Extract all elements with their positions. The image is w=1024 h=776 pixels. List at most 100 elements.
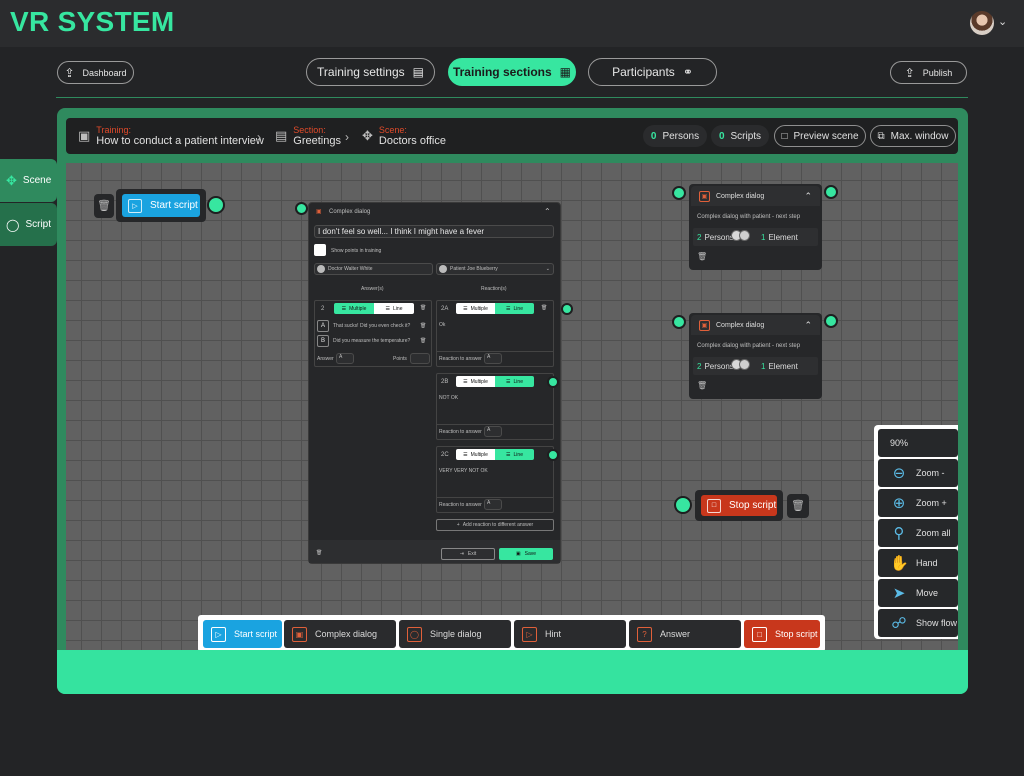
zoom-level: 90% xyxy=(878,429,958,457)
add-reaction-button[interactable]: + Add reaction to different answer xyxy=(436,519,554,531)
stop-icon: □ xyxy=(752,626,767,642)
trash-icon[interactable]: 🗑 xyxy=(541,305,547,311)
toggle-line[interactable]: ☰ Line xyxy=(495,376,534,387)
answer-letter-b: B xyxy=(317,335,329,347)
dialog-input-connector[interactable] xyxy=(295,202,308,215)
chevron-down-icon[interactable]: ⌄ xyxy=(998,15,1007,28)
participants-tab[interactable]: Participants ⚭ xyxy=(588,58,717,86)
scripts-chip[interactable]: 0 Scripts xyxy=(711,125,769,147)
training-sections-tab[interactable]: Training sections ▦ xyxy=(448,58,576,86)
trash-icon[interactable]: 🗑 xyxy=(420,305,426,311)
reaction-type-toggle[interactable]: ☰ Multiple ☰ Line xyxy=(456,449,534,460)
dialog-text-input[interactable]: I don't feel so well... I think I might … xyxy=(314,225,554,238)
chevron-up-icon[interactable]: ⌃ xyxy=(804,191,812,202)
megaphone-icon: ▷ xyxy=(522,626,537,642)
toggle-multiple[interactable]: ☰ Multiple xyxy=(456,376,495,387)
palette-complex-dialog[interactable]: ▣ Complex dialog xyxy=(284,620,396,648)
cd-node-input-connector[interactable] xyxy=(672,186,686,200)
answer-text-b[interactable]: Did you measure the temperature? xyxy=(333,338,410,344)
breadcrumb-scene[interactable]: ✥ Scene: Doctors office xyxy=(362,125,446,148)
palette-hint[interactable]: ▷ Hint xyxy=(514,620,626,648)
chevron-up-icon[interactable]: ⌃ xyxy=(544,207,551,216)
reaction-connector[interactable] xyxy=(547,376,559,388)
toggle-multiple[interactable]: ☰ Multiple xyxy=(456,303,495,314)
toggle-line[interactable]: ☰ Line xyxy=(374,303,414,314)
training-settings-tab[interactable]: Training settings ▤ xyxy=(306,58,435,86)
settings-list-icon: ▤ xyxy=(412,65,424,79)
list-icon: ☰ xyxy=(385,305,391,312)
reaction-connector[interactable] xyxy=(561,303,573,315)
palette-single-dialog[interactable]: ◯ Single dialog xyxy=(399,620,511,648)
divider xyxy=(56,97,968,98)
exit-button[interactable]: ⇥ Exit xyxy=(441,548,495,560)
points-input[interactable] xyxy=(410,353,430,364)
trash-icon[interactable]: 🗑 xyxy=(316,550,322,556)
zoom-in-button[interactable]: ⊕ Zoom + xyxy=(878,489,958,517)
person-left-select[interactable]: Doctor Walter White xyxy=(314,263,433,275)
zoom-out-button[interactable]: ⊖ Zoom - xyxy=(878,459,958,487)
preview-scene-button[interactable]: □ Preview scene xyxy=(774,125,866,147)
reaction-text[interactable]: Ok xyxy=(439,322,445,328)
start-node-connector[interactable] xyxy=(207,196,225,214)
chevron-up-icon[interactable]: ⌃ xyxy=(804,320,812,331)
toggle-line[interactable]: ☰ Line xyxy=(495,449,534,460)
answer-type-toggle[interactable]: ☰ Multiple ☰ Line xyxy=(334,303,414,314)
start-node-delete[interactable]: 🗑 xyxy=(94,194,114,218)
show-flow-button[interactable]: ☍ Show flow xyxy=(878,609,958,637)
reaction-connector[interactable] xyxy=(547,449,559,461)
stop-node-delete[interactable]: 🗑 xyxy=(787,494,809,518)
flow-icon: ☍ xyxy=(891,615,907,632)
reaction-answer-select[interactable]: A xyxy=(484,499,502,510)
reaction-type-toggle[interactable]: ☰ Multiple ☰ Line xyxy=(456,376,534,387)
cd-node-output-connector[interactable] xyxy=(824,185,838,199)
hand-tool-button[interactable]: ✋ Hand xyxy=(878,549,958,577)
chevron-down-icon: ⌄ xyxy=(545,266,550,272)
trash-icon[interactable]: 🗑 xyxy=(420,338,426,344)
trash-icon: 🗑 xyxy=(97,200,111,212)
trash-icon[interactable]: 🗑 xyxy=(697,381,707,390)
zoom-all-button[interactable]: ⚲ Zoom all xyxy=(878,519,958,547)
save-button[interactable]: ▣ Save xyxy=(499,548,553,560)
reaction-answer-select[interactable]: A xyxy=(484,426,502,437)
stop-script-node-button[interactable]: □ Stop script xyxy=(701,495,777,516)
complex-dialog-node[interactable]: ▣ Complex dialog ⌃ xyxy=(689,313,822,399)
chat-icon: ◯ xyxy=(6,217,20,232)
max-window-button[interactable]: ⧉ Max. window xyxy=(870,125,956,147)
trash-icon[interactable]: 🗑 xyxy=(697,252,707,261)
reaction-text[interactable]: VERY VERY NOT OK xyxy=(439,468,488,474)
persons-chip[interactable]: 0 Persons xyxy=(643,125,707,147)
side-tab-script[interactable]: ◯ Script xyxy=(0,203,57,246)
zoom-out-icon: ⊖ xyxy=(892,465,906,482)
trash-icon[interactable]: 🗑 xyxy=(420,323,426,329)
breadcrumb-training[interactable]: ▣ Training: How to conduct a patient int… xyxy=(78,125,264,148)
show-points-checkbox[interactable] xyxy=(314,244,326,256)
cd-node-persons: 2 Persons xyxy=(697,362,734,371)
answer-select[interactable]: A xyxy=(336,353,354,364)
publish-button[interactable]: ⇪ Publish xyxy=(890,61,967,84)
reaction-text[interactable]: NOT OK xyxy=(439,395,458,401)
cd-node-input-connector[interactable] xyxy=(672,315,686,329)
breadcrumb-section[interactable]: ▤ Section: Greetings xyxy=(275,125,341,148)
move-tool-button[interactable]: ➤ Move xyxy=(878,579,958,607)
reaction-type-toggle[interactable]: ☰ Multiple ☰ Line xyxy=(456,303,534,314)
user-avatar[interactable] xyxy=(970,11,994,35)
cd-node-subtitle: Complex dialog with patient - next step xyxy=(697,343,801,349)
palette-stop-script[interactable]: □ Stop script xyxy=(744,620,820,648)
toggle-multiple[interactable]: ☰ Multiple xyxy=(456,449,495,460)
palette-answer[interactable]: ? Answer xyxy=(629,620,741,648)
reaction-answer-select[interactable]: A xyxy=(484,353,502,364)
palette-start-script[interactable]: ▷ Start script xyxy=(203,620,282,648)
start-script-node-button[interactable]: ▷ Start script xyxy=(122,194,200,217)
cd-node-output-connector[interactable] xyxy=(824,314,838,328)
toggle-line[interactable]: ☰ Line xyxy=(495,303,534,314)
bottom-strip xyxy=(57,650,968,694)
person-right-select[interactable]: Patient Joe Blueberry ⌄ xyxy=(436,263,554,275)
users-icon: ⚭ xyxy=(682,65,693,79)
side-tab-scene[interactable]: ✥ Scene xyxy=(0,159,57,202)
complex-dialog-node[interactable]: ▣ Complex dialog ⌃ xyxy=(689,184,822,270)
avatar xyxy=(739,359,750,370)
dashboard-button[interactable]: ⇪ Dashboard xyxy=(57,61,134,84)
stop-node-connector[interactable] xyxy=(674,496,692,514)
toggle-multiple[interactable]: ☰ Multiple xyxy=(334,303,374,314)
answer-text-a[interactable]: That sucks! Did you even check it? xyxy=(333,323,410,329)
